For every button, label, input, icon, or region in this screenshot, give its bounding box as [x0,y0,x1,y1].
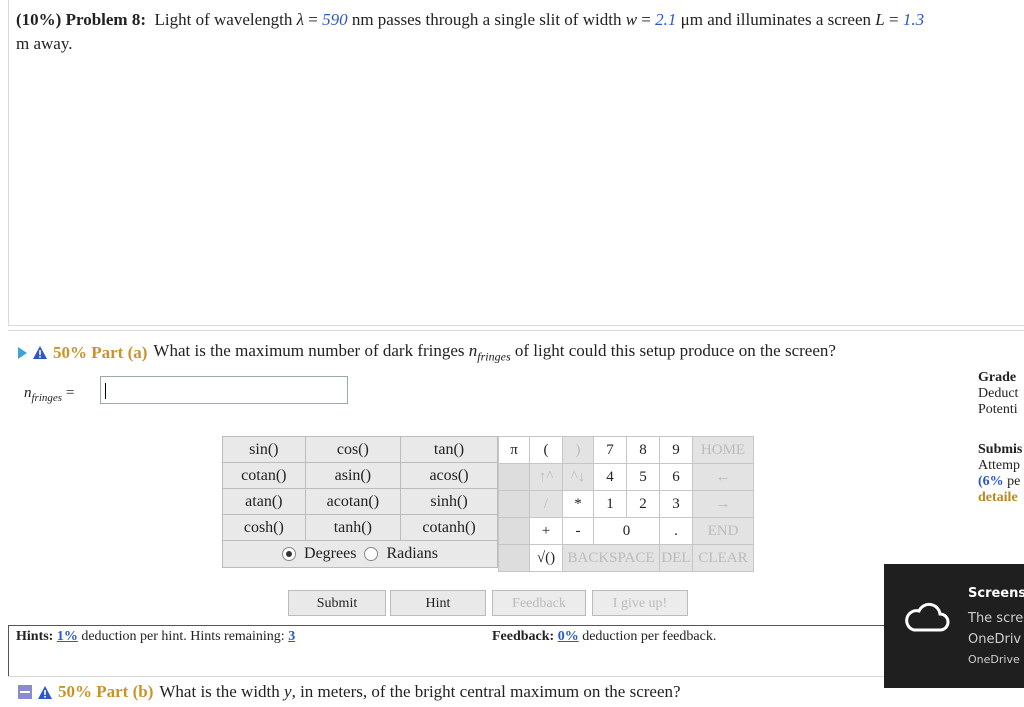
digit-3-button[interactable]: 3 [659,490,693,518]
divide-button[interactable]: / [529,490,563,518]
decimal-button[interactable]: . [659,517,693,545]
cosh-button[interactable]: cosh() [222,514,306,541]
detailed-link[interactable]: detaile [978,490,1022,506]
down-caret-button[interactable]: ^↓ [562,463,594,491]
feedback-info: Feedback: 0% deduction per feedback. [492,629,717,644]
up-caret-button[interactable]: ↑^ [529,463,563,491]
home-button[interactable]: HOME [692,436,754,464]
notification-source: OneDrive [968,653,1020,666]
left-arrow-button[interactable]: ← [692,463,754,491]
text-caret [105,383,106,399]
part-a-question: What is the maximum number of dark fring… [153,341,836,364]
feedback-penalty-link[interactable]: 0% [558,629,579,644]
hint-button[interactable]: Hint [390,590,486,616]
right-arrow-button[interactable]: → [692,490,754,518]
hint-penalty-link[interactable]: 1% [57,629,78,644]
problem-panel [8,0,1024,326]
part-b-header: 50% Part (b) What is the width y, in met… [18,682,681,702]
hints-remaining-link[interactable]: 3 [288,629,295,644]
open-paren-button[interactable]: ( [529,436,563,464]
atan-button[interactable]: atan() [222,488,306,515]
part-b-question: What is the width y, in meters, of the b… [159,682,681,701]
digit-9-button[interactable]: 9 [659,436,693,464]
wavelength-value: 590 [322,10,348,29]
minus-button[interactable]: - [562,517,594,545]
submission-summary: Submis Attemp (6% pe detaile [978,442,1023,506]
sin-button[interactable]: sin() [222,436,306,463]
digit-6-button[interactable]: 6 [659,463,693,491]
expand-arrow-icon[interactable] [18,346,27,359]
notification-title: Screensl [968,586,1024,601]
pi-button[interactable]: π [498,436,530,464]
digit-7-button[interactable]: 7 [593,436,627,464]
acos-button[interactable]: acos() [400,462,498,489]
answer-label: nfringes = [24,385,75,404]
part-b-status-icon [18,685,32,699]
cotanh-button[interactable]: cotanh() [400,514,498,541]
keypad-spacer [498,517,530,545]
degrees-radio[interactable] [282,547,297,561]
close-paren-button[interactable]: ) [562,436,594,464]
digit-4-button[interactable]: 4 [593,463,627,491]
asin-button[interactable]: asin() [304,462,402,489]
digit-1-button[interactable]: 1 [593,490,627,518]
end-button[interactable]: END [692,517,754,545]
problem-statement-cont: m away. [16,34,73,53]
sqrt-button[interactable]: √() [529,544,563,572]
warning-icon [33,346,47,360]
screen-distance-value: 1.3 [902,10,925,29]
notification-message: The scre OneDriv [968,611,1024,647]
part-a-label: 50% Part (a) [53,342,148,362]
give-up-button[interactable]: I give up! [592,590,688,616]
tanh-button[interactable]: tanh() [304,514,402,541]
hints-info: Hints: 1% deduction per hint. Hints rema… [16,629,296,644]
digit-5-button[interactable]: 5 [626,463,660,491]
multiply-button[interactable]: * [562,490,594,518]
slit-width-value: 2.1 [655,10,677,29]
grade-summary: Grade Deduct Potenti [978,370,1019,417]
attempt-penalty-link[interactable]: (6% [978,474,1004,489]
radians-radio[interactable] [364,547,379,561]
backspace-button[interactable]: BACKSPACE [562,544,660,572]
onedrive-notification[interactable]: Screensl The scre OneDriv OneDrive [884,564,1024,688]
keypad-spacer [498,490,530,518]
tan-button[interactable]: tan() [400,436,498,463]
warning-icon [38,685,52,699]
part-b-label: 50% Part (b) [58,682,154,701]
plus-button[interactable]: + [529,517,563,545]
function-keypad: sin() cos() tan() cotan() asin() acos() … [222,436,498,568]
cotan-button[interactable]: cotan() [222,462,306,489]
problem-number: (10%) Problem 8: [16,10,146,29]
digit-8-button[interactable]: 8 [626,436,660,464]
cos-button[interactable]: cos() [304,436,402,463]
clear-button[interactable]: CLEAR [692,544,754,572]
cloud-icon [905,602,950,632]
digit-2-button[interactable]: 2 [626,490,660,518]
answer-input[interactable] [100,376,348,404]
feedback-button[interactable]: Feedback [492,590,586,616]
problem-statement: (10%) Problem 8: Light of wavelength λ =… [16,10,925,29]
digit-0-button[interactable]: 0 [593,517,660,545]
angle-mode-row: Degrees Radians [222,541,498,568]
acotan-button[interactable]: acotan() [304,488,402,515]
keypad-spacer [498,544,530,572]
del-button[interactable]: DEL [659,544,693,572]
submit-button[interactable]: Submit [288,590,386,616]
part-a-header: 50% Part (a) What is the maximum number … [18,341,836,364]
sinh-button[interactable]: sinh() [400,488,498,515]
keypad-spacer [498,463,530,491]
number-keypad: π ( ) 7 8 9 HOME ↑^ ^↓ 4 5 6 ← / * 1 2 3… [498,436,754,572]
part-b-divider [8,676,1024,677]
